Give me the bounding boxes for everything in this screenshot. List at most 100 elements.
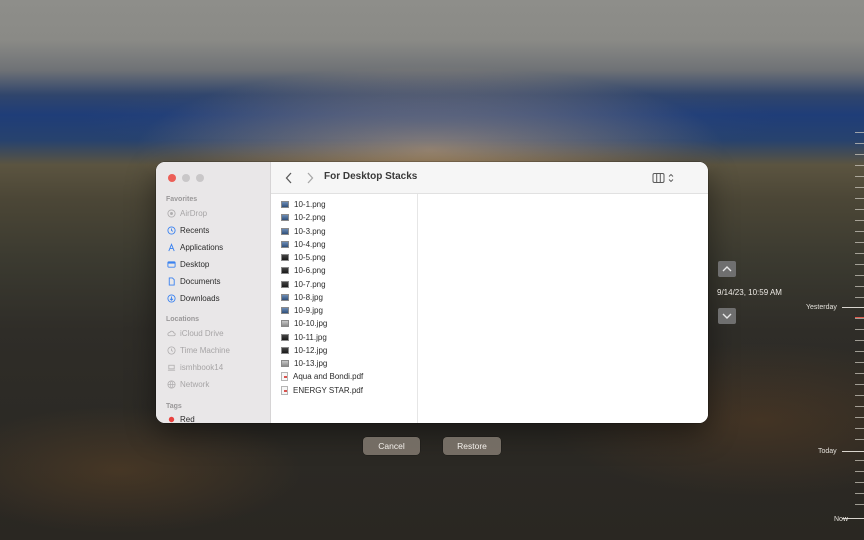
- sidebar-item-downloads[interactable]: Downloads: [166, 290, 220, 306]
- file-item[interactable]: 10-1.png: [281, 198, 326, 211]
- file-item[interactable]: 10-12.jpg: [281, 344, 327, 357]
- timeline-tick[interactable]: [855, 460, 864, 461]
- file-item[interactable]: 10-13.jpg: [281, 357, 327, 370]
- finder-window: Favorites AirDrop Recents Applications D…: [156, 162, 708, 423]
- timeline-tick[interactable]: [855, 143, 864, 144]
- image-file-icon: [281, 333, 289, 341]
- sidebar-item-label: Applications: [180, 242, 224, 252]
- time-machine-icon: [166, 345, 176, 355]
- timeline-tick[interactable]: [855, 406, 864, 407]
- timeline-tick[interactable]: [855, 132, 864, 133]
- timeline-tick[interactable]: [855, 176, 864, 177]
- timeline-tick[interactable]: [855, 318, 864, 319]
- timeline-label-yesterday: Yesterday: [806, 304, 837, 311]
- timeline-tick[interactable]: [855, 417, 864, 418]
- image-file-icon: [281, 307, 289, 314]
- forward-button[interactable]: [304, 170, 316, 186]
- image-file-icon: [281, 293, 289, 301]
- timeline-tick[interactable]: [855, 275, 864, 276]
- sidebar-item-applications[interactable]: Applications: [166, 239, 223, 255]
- file-item[interactable]: 10-2.png: [281, 211, 326, 224]
- file-item[interactable]: 10-6.png: [281, 264, 326, 277]
- timeline-tick[interactable]: [855, 198, 864, 199]
- file-item[interactable]: 10-3.png: [281, 225, 326, 238]
- sidebar-item-label: ismhbook14: [180, 362, 224, 372]
- file-name: 10-3.png: [294, 226, 326, 236]
- document-icon: [166, 276, 176, 286]
- timeline-tick[interactable]: [855, 362, 864, 363]
- file-name: 10-8.jpg: [294, 292, 323, 302]
- sidebar-item-recents[interactable]: Recents: [166, 222, 209, 238]
- minimize-button[interactable]: [182, 174, 190, 182]
- timeline-tick[interactable]: [855, 253, 864, 254]
- file-item[interactable]: 10-5.png: [281, 251, 326, 264]
- file-item[interactable]: Aqua and Bondi.pdf: [281, 370, 363, 383]
- window-controls: [168, 174, 204, 182]
- timeline-tick[interactable]: [855, 286, 864, 287]
- file-item[interactable]: 10-8.jpg: [281, 291, 323, 304]
- close-button[interactable]: [168, 174, 176, 182]
- file-column: 10-1.png 10-2.png 10-3.png 10-4.png 10-5.png…: [271, 194, 418, 423]
- sidebar-item-icloud-drive[interactable]: iCloud Drive: [166, 325, 224, 341]
- cancel-button[interactable]: Cancel: [363, 437, 420, 455]
- file-item[interactable]: ENERGY STAR.pdf: [281, 384, 363, 397]
- file-item[interactable]: 10-10.jpg: [281, 317, 327, 330]
- back-button[interactable]: [283, 170, 295, 186]
- timeline-tick[interactable]: [855, 373, 864, 374]
- timeline-tick[interactable]: [855, 165, 864, 166]
- sidebar-item-airdrop[interactable]: AirDrop: [166, 205, 207, 221]
- timeline-tick[interactable]: [855, 482, 864, 483]
- downloads-icon: [166, 293, 176, 303]
- airdrop-icon: [166, 208, 176, 218]
- file-name: 10-12.jpg: [294, 345, 328, 355]
- sidebar-item-label: Time Machine: [180, 345, 230, 355]
- timeline-tick[interactable]: [855, 264, 864, 265]
- sidebar: Favorites AirDrop Recents Applications D…: [156, 162, 271, 423]
- file-item[interactable]: 10-9.jpg: [281, 304, 323, 317]
- timeline-tick[interactable]: [855, 384, 864, 385]
- backup-down-button[interactable]: [718, 308, 736, 324]
- columns-view-icon: [652, 173, 674, 183]
- timeline-tick[interactable]: [855, 351, 864, 352]
- pdf-file-icon: [281, 385, 288, 395]
- timeline-tick[interactable]: [855, 209, 864, 210]
- timeline-tick[interactable]: [855, 220, 864, 221]
- file-item[interactable]: 10-4.png: [281, 238, 326, 251]
- sidebar-item-documents[interactable]: Documents: [166, 273, 220, 289]
- timeline-tick[interactable]: [855, 242, 864, 243]
- timeline-tick[interactable]: [855, 329, 864, 330]
- sidebar-item-ismhbook14[interactable]: ismhbook14: [166, 359, 223, 375]
- timeline-tick[interactable]: [855, 504, 864, 505]
- file-item[interactable]: 10-7.png: [281, 278, 326, 291]
- image-file-icon: [281, 267, 289, 275]
- backup-up-button[interactable]: [718, 261, 736, 277]
- timeline-tick[interactable]: [855, 471, 864, 472]
- timeline-tick[interactable]: [855, 297, 864, 298]
- chevron-up-icon: [722, 266, 732, 272]
- group-button[interactable]: [707, 170, 708, 186]
- timeline-tick[interactable]: [855, 340, 864, 341]
- chevron-down-icon: [722, 313, 732, 319]
- sidebar-item-desktop[interactable]: Desktop: [166, 256, 209, 272]
- sidebar-item-label: Desktop: [180, 259, 210, 269]
- sidebar-item-tag-red[interactable]: Red: [166, 411, 195, 423]
- sidebar-item-time-machine[interactable]: Time Machine: [166, 342, 230, 358]
- tags-heading: Tags: [166, 403, 182, 410]
- timeline-tick[interactable]: [855, 231, 864, 232]
- zoom-button[interactable]: [196, 174, 204, 182]
- timeline-tick[interactable]: [855, 439, 864, 440]
- timeline-major-tick[interactable]: [842, 307, 864, 308]
- timeline-tick[interactable]: [855, 428, 864, 429]
- file-item[interactable]: 10-11.jpg: [281, 331, 327, 344]
- file-name: 10-7.png: [294, 279, 326, 289]
- timeline-tick[interactable]: [855, 395, 864, 396]
- view-mode-button[interactable]: [652, 170, 676, 186]
- timeline-tick[interactable]: [855, 154, 864, 155]
- sidebar-item-label: iCloud Drive: [180, 328, 224, 338]
- timeline-major-tick[interactable]: [842, 451, 864, 452]
- timeline-tick[interactable]: [855, 187, 864, 188]
- timeline-selected-tick[interactable]: [855, 317, 864, 318]
- sidebar-item-network[interactable]: Network: [166, 376, 209, 392]
- timeline-tick[interactable]: [855, 493, 864, 494]
- restore-button[interactable]: Restore: [443, 437, 501, 455]
